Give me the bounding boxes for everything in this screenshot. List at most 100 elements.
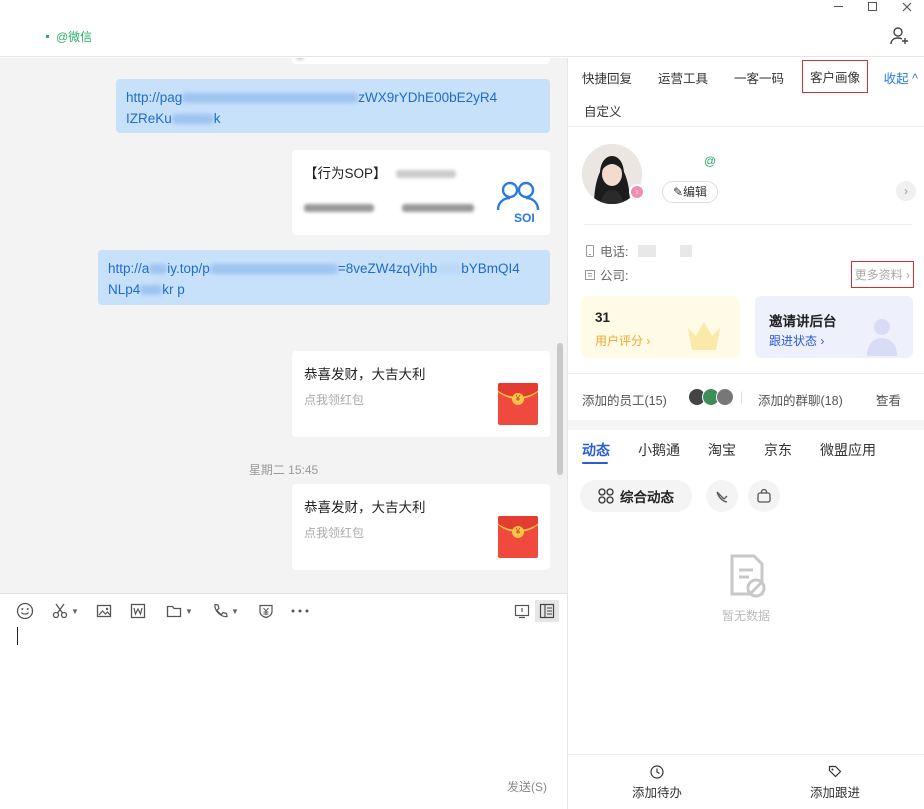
tab-weimeng[interactable]: 微盟应用 (820, 440, 876, 460)
phone-small-icon (586, 244, 594, 257)
sop-card[interactable]: 【行为SOP】 SOI (292, 150, 550, 235)
more-info-label: 更多资料 (854, 268, 903, 282)
stats-divider (568, 373, 924, 374)
view-link[interactable]: 查看 › (876, 390, 901, 408)
tab-jd[interactable]: 京东 (764, 440, 792, 460)
bag-icon (757, 488, 771, 503)
tab-ops-tools[interactable]: 运营工具 (658, 68, 708, 87)
female-icon: ♀ (629, 184, 645, 200)
link-text-tail: k (213, 111, 221, 126)
tab-quick-reply[interactable]: 快捷回复 (582, 68, 632, 87)
add-todo-button[interactable]: 添加待办 (568, 765, 746, 801)
added-staff-label[interactable]: 添加的员工(15) (582, 390, 667, 409)
tab-xiaoetong[interactable]: 小鹅通 (638, 440, 680, 460)
invite-title: 邀请讲后台 (769, 314, 837, 329)
chat-record-icon[interactable] (514, 602, 530, 620)
tab-taobao[interactable]: 淘宝 (708, 440, 736, 460)
tag-icon (828, 765, 842, 778)
section-gap (568, 420, 924, 430)
follow-status-card[interactable]: 邀请讲后台 跟进状态 › (755, 296, 913, 358)
pill-label: 综合动态 (620, 490, 674, 505)
maximize-icon[interactable] (856, 0, 890, 14)
link-bubble[interactable]: http://a iy.top/p =8veZW4zqVjhb bYBmQI4 NLp… (98, 250, 550, 305)
active-tab-indicator (582, 462, 608, 464)
add-member-icon[interactable] (890, 26, 910, 46)
staff-avatar (716, 388, 734, 406)
tabs-divider (568, 126, 924, 127)
red-packet-icon: ¥ (498, 383, 538, 425)
folder-icon[interactable]: ▼ (166, 602, 193, 620)
red-packet-title: 恭喜发财，大吉大利 (304, 367, 426, 382)
chevron-right-icon[interactable]: › (896, 181, 916, 201)
customer-nickname: @ (704, 154, 717, 168)
follow-status-link[interactable]: 跟进状态 › (769, 332, 824, 349)
minimize-icon[interactable] (822, 0, 856, 14)
more-icon[interactable] (291, 602, 309, 620)
send-button[interactable]: 发送(S) (507, 778, 547, 795)
more-info-link[interactable]: 更多资料 › (850, 261, 914, 288)
customer-panel: 快捷回复 运营工具 一客一码 客户画像 收起 ^ 自定义 ♀ @ ✎编辑 › 电… (568, 58, 924, 809)
link-text-mid: zWX9rYDhE00bE2yR4 (358, 90, 498, 105)
screenshot-icon[interactable]: ▼ (52, 602, 79, 620)
edit-label: 编辑 (683, 185, 708, 199)
chat-scrollbar[interactable] (557, 343, 563, 475)
message-input[interactable] (0, 627, 567, 807)
message-timestamp: 星期二 15:45 (248, 463, 319, 477)
added-groups-label[interactable]: 添加的群聊(18) (758, 390, 843, 409)
satellite-icon (716, 491, 728, 503)
edit-button[interactable]: ✎编辑 (662, 181, 718, 203)
red-packet-card[interactable]: 恭喜发财，大吉大利 点我领红包 ¥ (292, 351, 550, 437)
chevron-up-icon: ^ (912, 72, 918, 86)
tab-dynamic[interactable]: 动态 (582, 440, 610, 460)
chat-header: @微信 (0, 14, 924, 57)
red-packet-title: 恭喜发财，大吉大利 (304, 500, 426, 515)
phone-icon[interactable]: ▼ (212, 602, 239, 620)
user-score-value: 31 (595, 310, 611, 325)
tab-custom[interactable]: 自定义 (584, 101, 622, 120)
broadcast-filter[interactable] (706, 480, 738, 512)
red-packet-card[interactable]: 恭喜发财，大吉大利 点我领红包 ¥ (292, 484, 550, 570)
link-bubble[interactable]: http://pag zWX9rYDhE00bE2yR4 IZReKu k (116, 79, 550, 133)
sop-card-title: 【行为SOP】 (304, 166, 387, 181)
edit-pencil-icon: ✎ (672, 185, 684, 199)
add-followup-button[interactable]: 添加跟进 (746, 765, 924, 801)
header-dot (46, 35, 49, 38)
profile-divider (584, 224, 912, 225)
empty-state: 暂无数据 (568, 552, 924, 624)
link-text-mid: iy.top/p (167, 261, 210, 276)
close-icon[interactable] (890, 0, 924, 14)
panel-bottom-bar: 添加待办 添加跟进 (568, 754, 924, 809)
tab-one-code[interactable]: 一客一码 (734, 68, 784, 87)
emoji-icon[interactable] (16, 602, 34, 620)
chat-history[interactable]: http://pag zWX9rYDhE00bE2yR4 IZReKu k 【行为S… (0, 58, 567, 593)
tab-customer-profile[interactable]: 客户画像 (802, 60, 869, 93)
link-text-line2: IZReKu (126, 111, 172, 126)
side-panel-toggle-icon[interactable] (535, 600, 559, 622)
image-icon[interactable] (96, 602, 112, 620)
company-label: 公司: (600, 269, 629, 283)
text-cursor (17, 627, 18, 645)
add-followup-label: 添加跟进 (809, 786, 860, 800)
crown-icon (688, 322, 720, 350)
collapse-label: 收起 (883, 72, 909, 86)
composer-toolbar: ▼ ▼ ▼ (0, 593, 567, 627)
phone-label: 电话: (600, 245, 629, 259)
clock-icon (650, 765, 664, 779)
user-score-link[interactable]: 用户评分 › (595, 332, 650, 349)
company-field: 公司: (584, 265, 628, 284)
collapse-button[interactable]: 收起 ^ (884, 68, 918, 87)
grid-icon (598, 488, 614, 504)
red-packet-sub: 点我领红包 (304, 526, 365, 540)
link-text-start: http://a (108, 261, 150, 276)
all-activity-pill[interactable]: 综合动态 (580, 480, 692, 512)
shopping-filter[interactable] (748, 480, 780, 512)
company-small-icon (585, 269, 595, 280)
sop-logo-text: SOI (514, 211, 535, 224)
red-packet-tool-icon[interactable] (258, 602, 274, 620)
doc-icon[interactable] (130, 602, 146, 620)
contact-name: @微信 (56, 30, 93, 44)
empty-label: 暂无数据 (721, 609, 770, 623)
partial-card[interactable] (292, 58, 550, 64)
person-icon (867, 319, 897, 356)
user-score-card[interactable]: 31 用户评分 › (581, 296, 740, 358)
